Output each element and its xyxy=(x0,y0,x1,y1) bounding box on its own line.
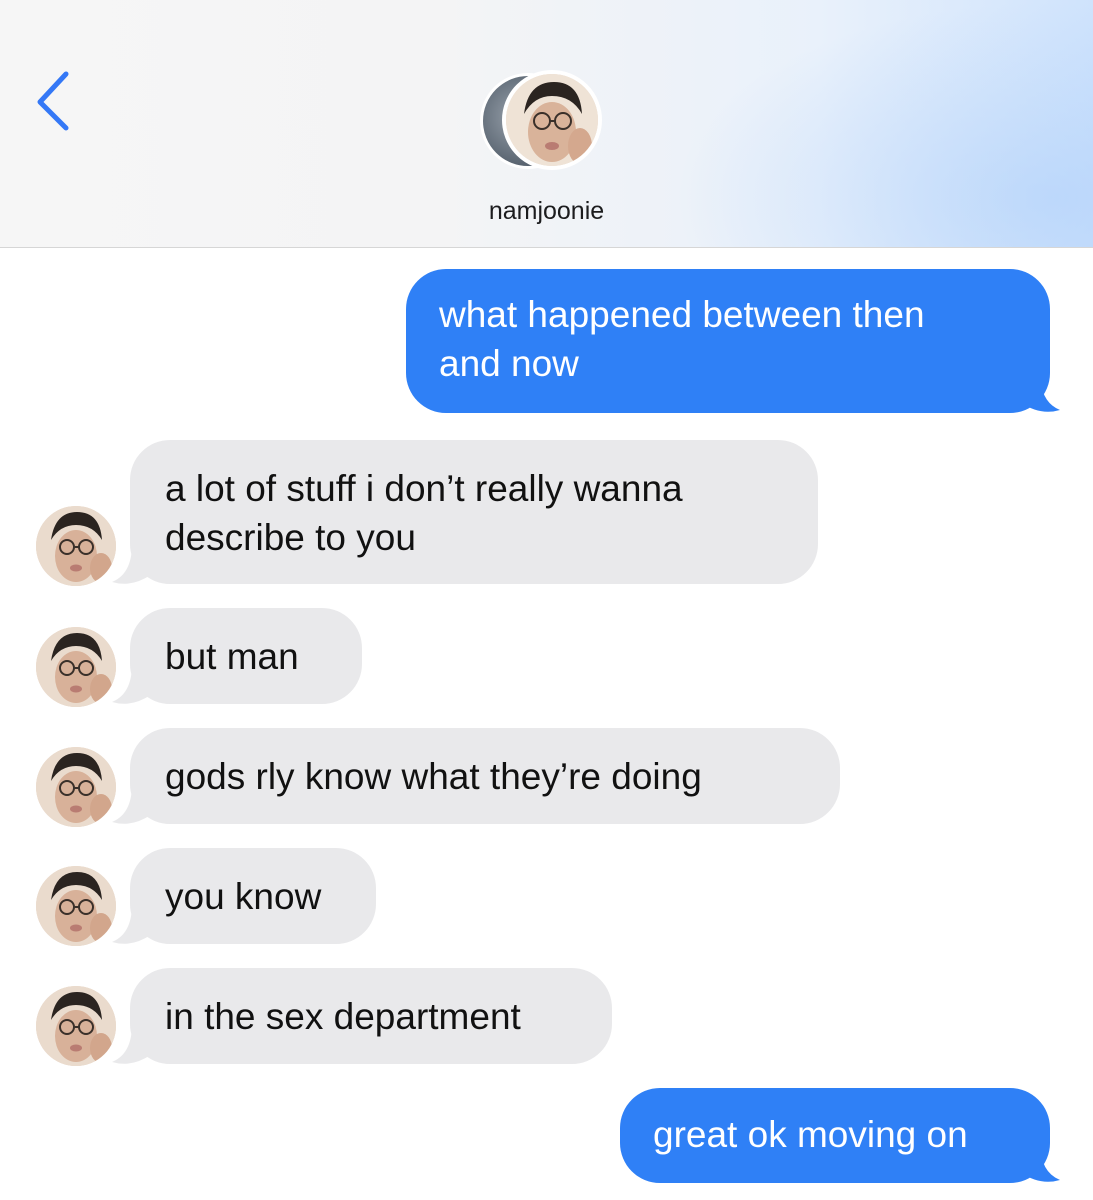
message-bubble-received[interactable]: you know xyxy=(130,848,376,944)
contact-avatar-group[interactable] xyxy=(480,70,620,180)
avatar-image xyxy=(36,986,116,1066)
message-text-line: describe to you xyxy=(165,517,416,558)
message-text: you know xyxy=(165,876,322,917)
avatar[interactable] xyxy=(36,627,116,707)
message-text: great ok moving on xyxy=(653,1114,968,1155)
message-text: but man xyxy=(165,636,299,677)
avatar[interactable] xyxy=(36,747,116,827)
back-button[interactable] xyxy=(26,66,86,136)
avatar[interactable] xyxy=(36,986,116,1066)
message-text: in the sex department xyxy=(165,996,521,1037)
avatar-image xyxy=(36,747,116,827)
message-bubble-received[interactable]: in the sex department xyxy=(130,968,612,1064)
message-text-line: and now xyxy=(439,343,579,384)
message-text: gods rly know what they’re doing xyxy=(165,756,702,797)
avatar-image xyxy=(36,627,116,707)
message-bubble-received[interactable]: a lot of stuff i don’t really wanna desc… xyxy=(130,440,818,584)
message-bubble-received[interactable]: gods rly know what they’re doing xyxy=(130,728,840,824)
avatar-image xyxy=(36,506,116,586)
avatar-image xyxy=(36,866,116,946)
avatar[interactable] xyxy=(36,506,116,586)
message-text-line: a lot of stuff i don’t really wanna xyxy=(165,468,683,509)
chevron-left-icon xyxy=(37,71,69,131)
message-text-line: what happened between then xyxy=(439,294,925,335)
avatar[interactable] xyxy=(36,866,116,946)
message-bubble-sent[interactable]: what happened between then and now xyxy=(406,269,1050,413)
message-bubble-received[interactable]: but man xyxy=(130,608,362,704)
message-bubble-sent[interactable]: great ok moving on xyxy=(620,1088,1050,1183)
contact-name[interactable]: namjoonie xyxy=(0,197,1093,226)
contact-avatar xyxy=(502,70,602,170)
